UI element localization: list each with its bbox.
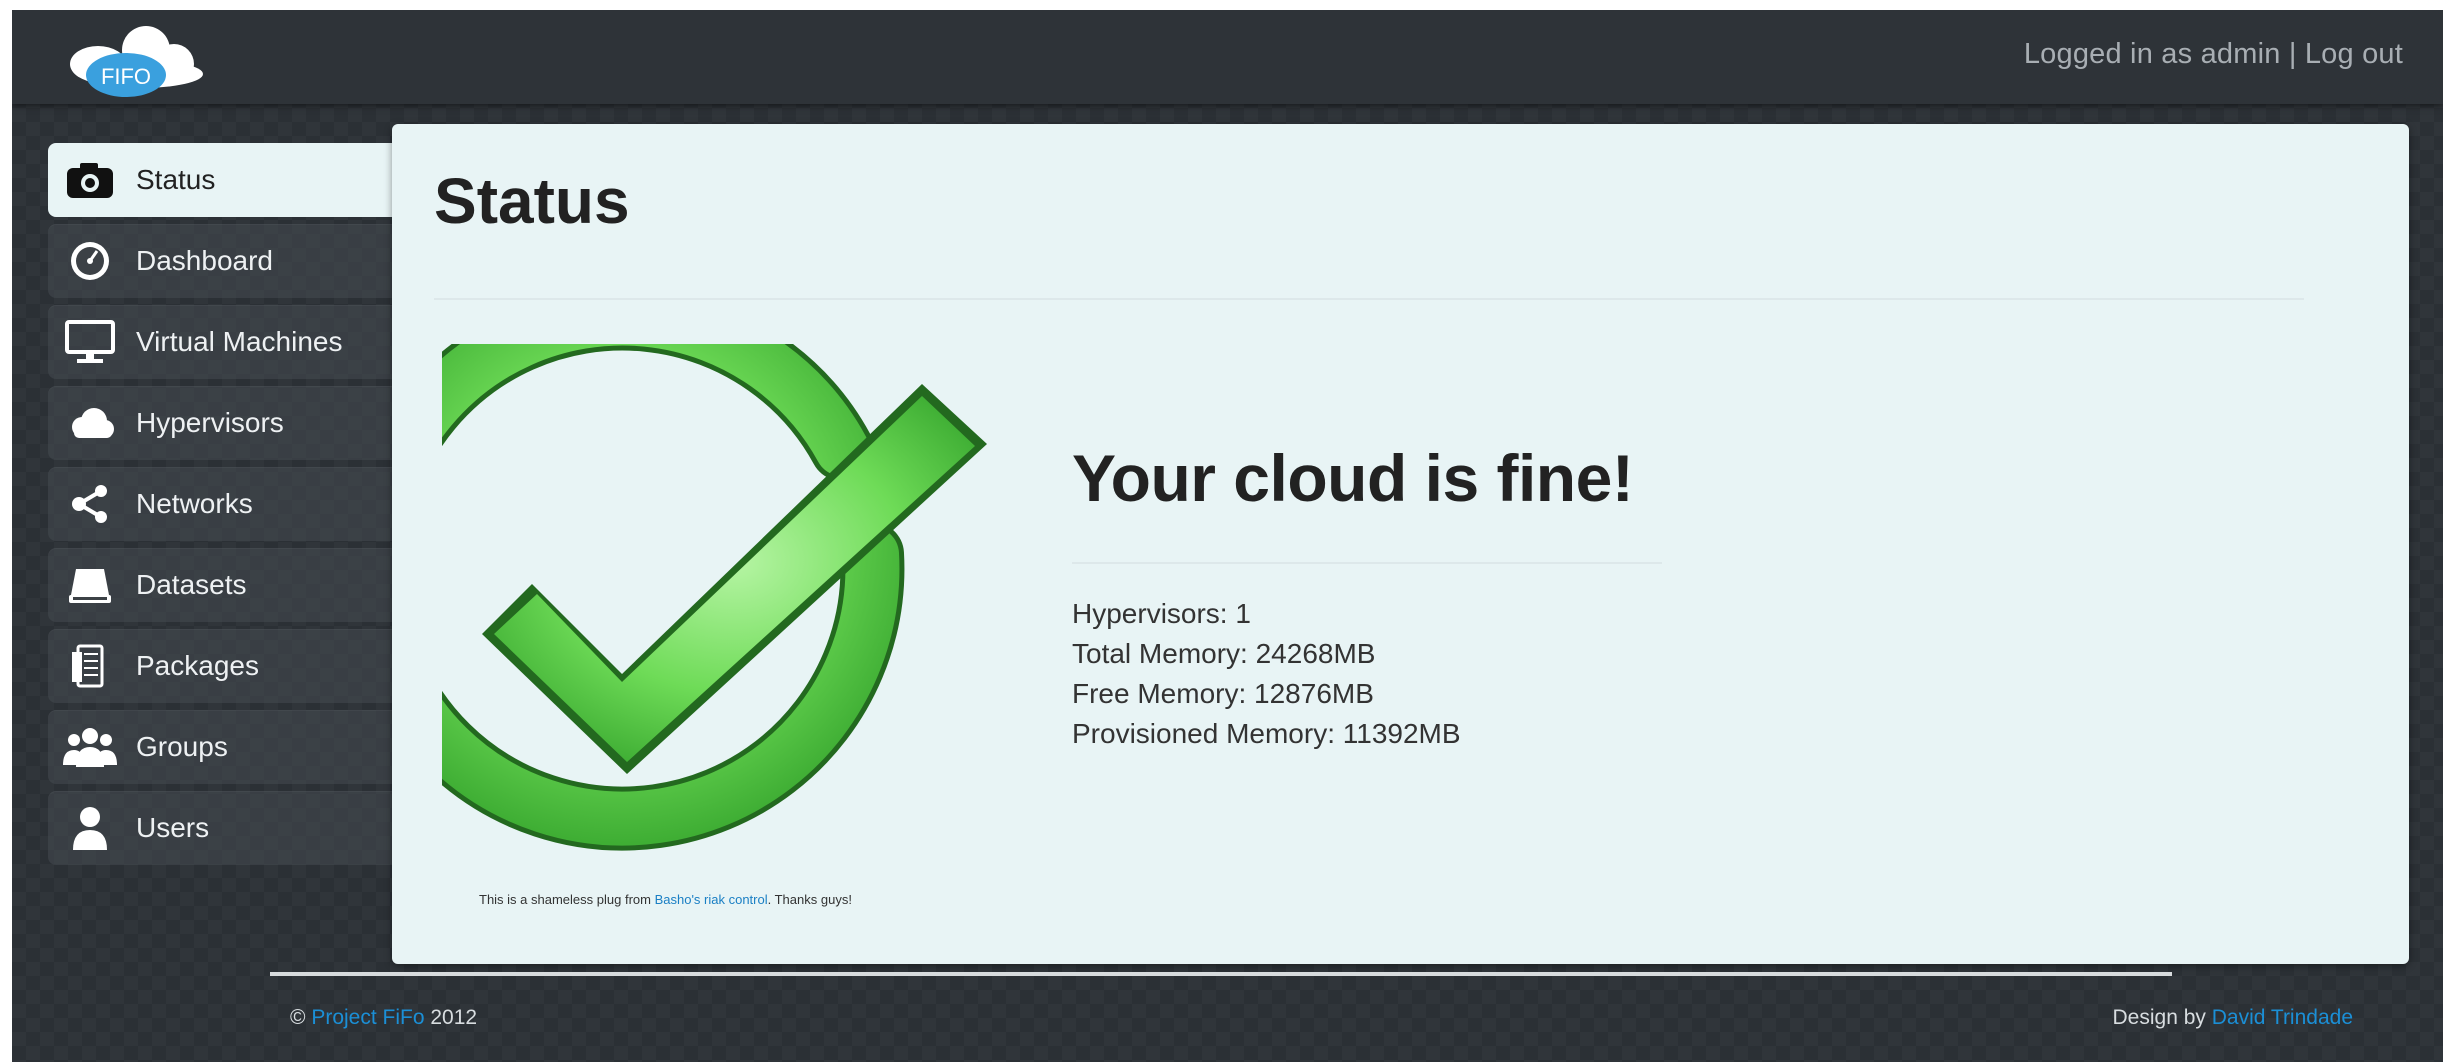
app-frame: FIFO Logged in as admin | Log out Status… xyxy=(12,10,2443,1062)
sidebar-item-groups[interactable]: Groups xyxy=(48,710,428,784)
sidebar-item-label: Networks xyxy=(136,488,253,519)
sidebar-item-label: Groups xyxy=(136,731,228,762)
sidebar-item-users[interactable]: Users xyxy=(48,791,428,865)
sidebar-item-label: Users xyxy=(136,812,210,843)
sidebar-item-networks[interactable]: Networks xyxy=(48,467,428,541)
login-status: Logged in as admin | Log out xyxy=(2024,38,2403,71)
sidebar-item-label: Datasets xyxy=(136,569,247,600)
page-title: Status xyxy=(434,165,630,237)
user-icon xyxy=(58,804,122,852)
designer-link[interactable]: David Trindade xyxy=(2212,1006,2353,1029)
footer-divider xyxy=(270,972,2172,976)
group-icon xyxy=(58,723,122,771)
top-bar: FIFO Logged in as admin | Log out xyxy=(12,10,2443,104)
monitor-icon xyxy=(58,318,122,366)
login-separator: | xyxy=(2288,38,2297,70)
camera-icon xyxy=(58,156,122,204)
logged-in-text: Logged in as admin xyxy=(2023,38,2281,70)
cloud-icon xyxy=(58,399,122,447)
stat-provisioned-memory: Provisioned Memory: 11392MB xyxy=(1072,718,1461,749)
sidebar-nav: Status Dashboard Virtual Machines Hyperv… xyxy=(48,143,428,872)
plug-note: This is a shameless plug from Basho's ri… xyxy=(479,892,852,907)
sidebar-item-label: Packages xyxy=(136,650,259,681)
footer-copyright: © Project FiFo 2012 xyxy=(290,1006,477,1030)
status-headline: Your cloud is fine! xyxy=(1072,441,1634,515)
copyright-year: 2012 xyxy=(430,1006,478,1029)
title-divider xyxy=(434,298,2304,300)
logout-link[interactable]: Log out xyxy=(2305,38,2403,70)
plug-suffix: . Thanks guys! xyxy=(767,892,852,907)
packages-icon xyxy=(58,642,122,690)
stats-list: Hypervisors: 1 Total Memory: 24268MB Fre… xyxy=(1072,594,1461,754)
stat-total-memory: Total Memory: 24268MB xyxy=(1072,638,1376,669)
sidebar-item-label: Dashboard xyxy=(136,245,273,276)
footer-credit: Design by David Trindade xyxy=(2113,1006,2353,1030)
sidebar-item-label: Hypervisors xyxy=(136,407,284,438)
stat-hypervisors: Hypervisors: 1 xyxy=(1072,598,1251,629)
checkmark-icon xyxy=(340,286,1017,874)
fifo-logo[interactable]: FIFO xyxy=(46,20,216,100)
sidebar-item-label: Status xyxy=(136,164,216,195)
riak-control-link[interactable]: Basho's riak control xyxy=(655,892,768,907)
copyright-symbol: © xyxy=(290,1006,306,1029)
plug-prefix: This is a shameless plug from xyxy=(479,892,655,907)
share-icon xyxy=(58,480,122,528)
sidebar-item-label: Virtual Machines xyxy=(136,326,343,357)
sidebar-item-packages[interactable]: Packages xyxy=(48,629,428,703)
logo-text: FIFO xyxy=(101,64,151,89)
sidebar-item-status[interactable]: Status xyxy=(48,143,428,217)
sidebar-item-dashboard[interactable]: Dashboard xyxy=(48,224,428,298)
main-panel: Status This is a shameless plug from Bas… xyxy=(340,124,2409,964)
sidebar-item-datasets[interactable]: Datasets xyxy=(48,548,428,622)
disk-icon xyxy=(58,561,122,609)
sidebar-item-virtual-machines[interactable]: Virtual Machines xyxy=(48,305,428,379)
sidebar-item-hypervisors[interactable]: Hypervisors xyxy=(48,386,428,460)
stat-free-memory: Free Memory: 12876MB xyxy=(1072,678,1374,709)
gauge-icon xyxy=(58,237,122,285)
cloud-logo-icon: FIFO xyxy=(70,26,203,97)
headline-divider xyxy=(1072,562,1662,564)
design-by-label: Design by xyxy=(2112,1006,2206,1029)
project-fifo-link[interactable]: Project FiFo xyxy=(311,1006,424,1029)
